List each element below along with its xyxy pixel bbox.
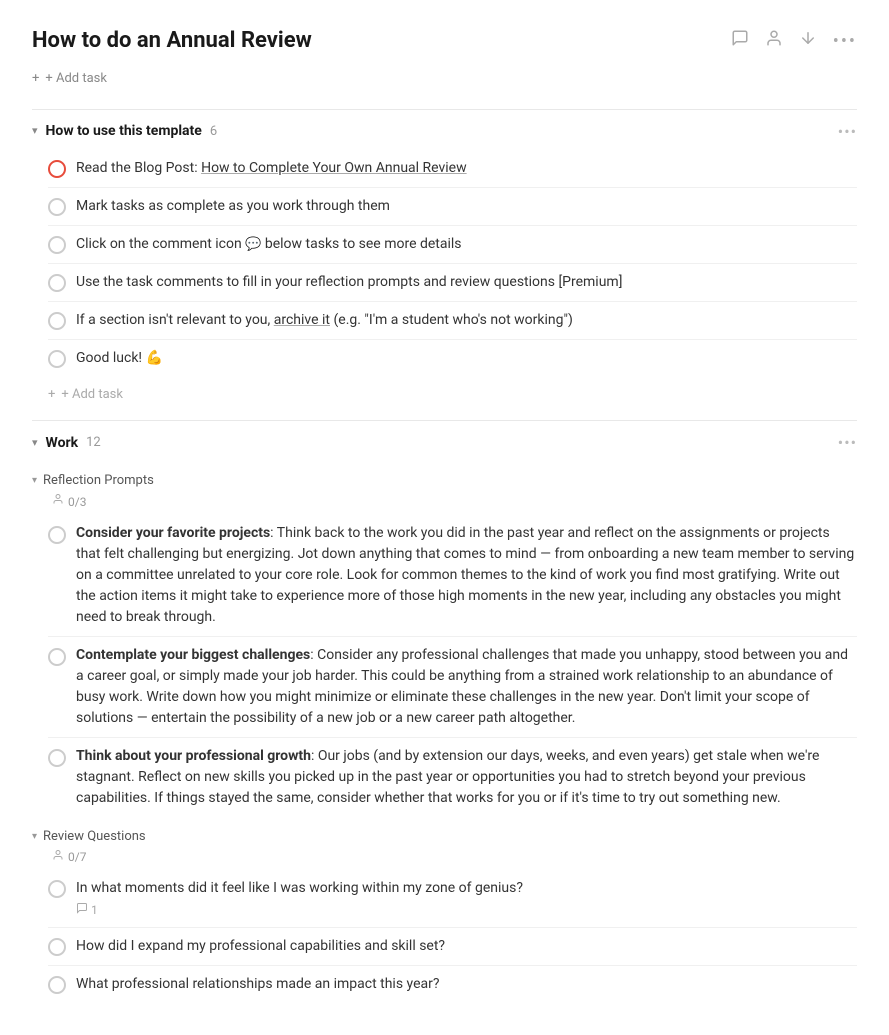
person-icon[interactable] [765, 29, 783, 54]
subsection-title-reflection: Reflection Prompts [43, 471, 154, 491]
task-item: Click on the comment icon 💬 below tasks … [48, 226, 857, 264]
plus-icon: + [32, 69, 39, 89]
task-item-rp2: Contemplate your biggest challenges: Con… [48, 637, 857, 738]
task-checkbox-rp3[interactable] [48, 749, 66, 767]
task-text-rq2: How did I expand my professional capabil… [76, 936, 857, 957]
comment-icon-small [76, 901, 88, 919]
section-menu-how-to-use[interactable]: ••• [838, 120, 857, 144]
task-item: Mark tasks as complete as you work throu… [48, 188, 857, 226]
comment-emoji-icon: 💬 [245, 237, 261, 252]
task-item-rq2: How did I expand my professional capabil… [48, 928, 857, 966]
task-checkbox-rq1[interactable] [48, 880, 66, 898]
task-text-5: If a section isn't relevant to you, arch… [76, 310, 857, 331]
add-task-button[interactable]: + + Add task [32, 65, 857, 93]
task-text-rp1: Consider your favorite projects: Think b… [76, 523, 857, 628]
task-checkbox-3[interactable] [48, 236, 66, 254]
archive-link[interactable]: archive it [274, 312, 330, 328]
task-text-rp3: Think about your professional growth: Ou… [76, 746, 857, 809]
task-item: If a section isn't relevant to you, arch… [48, 302, 857, 340]
task-text-4: Use the task comments to fill in your re… [76, 272, 857, 293]
subsection-header-reflection[interactable]: ▾ Reflection Prompts [32, 465, 857, 493]
section-header-work-left: ▾ Work 12 [32, 433, 101, 454]
task-checkbox-2[interactable] [48, 198, 66, 216]
task-item-rp1: Consider your favorite projects: Think b… [48, 515, 857, 637]
comment-badge-rq1: 1 [76, 901, 857, 919]
comment-icon[interactable] [731, 29, 749, 54]
task-item: Use the task comments to fill in your re… [48, 264, 857, 302]
blog-post-link[interactable]: How to Complete Your Own Annual Review [201, 160, 467, 176]
sort-icon[interactable] [799, 29, 817, 54]
review-questions-meta: 0/7 [52, 848, 857, 866]
review-assignee-icon [52, 848, 64, 866]
plus-icon-small: + [48, 385, 55, 405]
reflection-progress: 0/3 [68, 493, 86, 511]
more-options-icon[interactable]: ••• [833, 28, 857, 55]
task-item-rp3: Think about your professional growth: Ou… [48, 738, 857, 817]
task-text-1: Read the Blog Post: How to Complete Your… [76, 158, 857, 179]
page-title: How to do an Annual Review [32, 24, 312, 57]
task-text-6: Good luck! 💪 [76, 348, 857, 369]
subsection-header-review[interactable]: ▾ Review Questions [32, 821, 857, 849]
subsection-title-review: Review Questions [43, 827, 146, 847]
section-menu-work[interactable]: ••• [838, 431, 857, 455]
task-text-2: Mark tasks as complete as you work throu… [76, 196, 857, 217]
task-text-rq1: In what moments did it feel like I was w… [76, 878, 857, 919]
subsection-review-questions: ▾ Review Questions 0/7 In what moment [32, 821, 857, 1004]
section-how-to-use: ▾ How to use this template 6 ••• Read th… [32, 109, 857, 413]
section-chevron-how-to-use[interactable]: ▾ [32, 123, 38, 140]
task-list-review-questions: In what moments did it feel like I was w… [32, 870, 857, 1003]
task-checkbox-5[interactable] [48, 312, 66, 330]
task-text-3: Click on the comment icon 💬 below tasks … [76, 234, 857, 255]
subsection-reflection-prompts: ▾ Reflection Prompts 0/3 Consider you [32, 465, 857, 817]
assignee-icon [52, 493, 64, 511]
task-text-rp2: Contemplate your biggest challenges: Con… [76, 645, 857, 729]
section-add-task-button[interactable]: + + Add task [48, 377, 857, 413]
task-item: Read the Blog Post: How to Complete Your… [48, 150, 857, 188]
section-count-how-to-use: 6 [210, 122, 217, 142]
section-title-work: Work [46, 433, 79, 454]
task-list-reflection: Consider your favorite projects: Think b… [32, 515, 857, 817]
task-checkbox-rq2[interactable] [48, 938, 66, 956]
subsection-chevron-review: ▾ [32, 829, 37, 844]
task-checkbox-rq3[interactable] [48, 976, 66, 994]
task-list-how-to-use: Read the Blog Post: How to Complete Your… [32, 150, 857, 377]
section-work: ▾ Work 12 ••• ▾ Reflection Prompts 0/3 [32, 420, 857, 1003]
task-item-rq3: What professional relationships made an … [48, 966, 857, 1003]
task-checkbox-1[interactable] [48, 160, 66, 178]
task-checkbox-6[interactable] [48, 350, 66, 368]
section-count-work: 12 [86, 433, 101, 453]
section-header-how-to-use: ▾ How to use this template 6 ••• [32, 109, 857, 150]
section-header-work: ▾ Work 12 ••• [32, 420, 857, 461]
page-container: How to do an Annual Review ••• [0, 0, 889, 1035]
task-checkbox-4[interactable] [48, 274, 66, 292]
task-text-rq3: What professional relationships made an … [76, 974, 857, 995]
section-chevron-work[interactable]: ▾ [32, 435, 38, 452]
task-item-rq1: In what moments did it feel like I was w… [48, 870, 857, 928]
task-checkbox-rp1[interactable] [48, 526, 66, 544]
subsection-meta-reflection: 0/3 [52, 493, 857, 511]
task-checkbox-rp2[interactable] [48, 648, 66, 666]
section-header-left: ▾ How to use this template 6 [32, 121, 217, 142]
subsection-chevron-reflection: ▾ [32, 473, 37, 488]
section-title-how-to-use: How to use this template [46, 121, 202, 142]
header-icons: ••• [731, 28, 857, 55]
review-progress: 0/7 [68, 848, 86, 866]
task-item: Good luck! 💪 [48, 340, 857, 377]
page-header: How to do an Annual Review ••• [32, 24, 857, 57]
